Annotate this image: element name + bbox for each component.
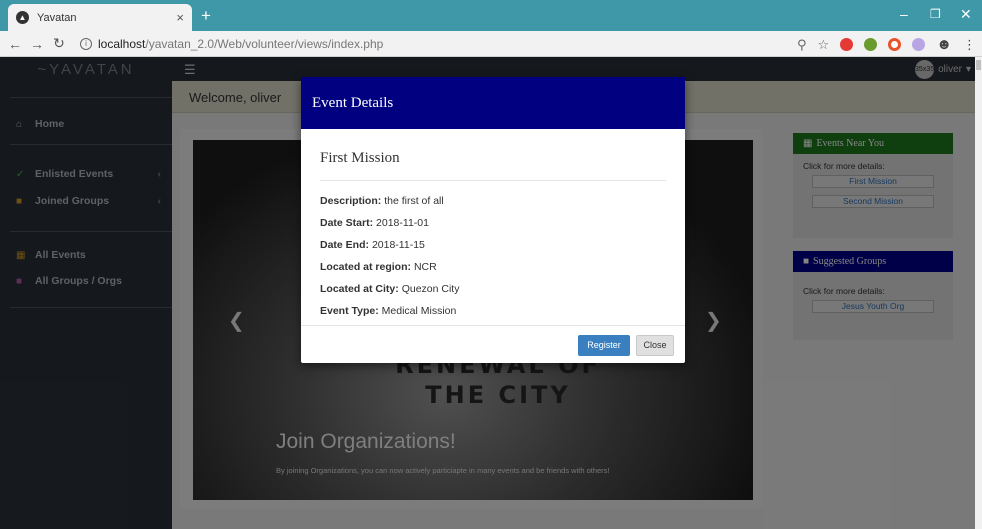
scrollbar-thumb[interactable] — [976, 60, 981, 70]
modal-title: Event Details — [312, 94, 394, 111]
favicon-icon: ▲ — [16, 11, 29, 24]
detail-label: Date End: — [320, 239, 370, 251]
forward-icon[interactable]: → — [26, 36, 48, 52]
extension-purple-icon[interactable] — [912, 38, 926, 51]
back-icon[interactable]: ← — [4, 36, 26, 52]
page-scrollbar[interactable] — [975, 57, 982, 529]
detail-value: NCR — [413, 261, 437, 273]
detail-label: Description: — [320, 195, 382, 207]
menu-kebab-icon[interactable]: ⋮ — [963, 37, 976, 53]
url-field[interactable]: i localhost /yavatan_2.0/Web/volunteer/v… — [80, 37, 383, 51]
tab-title: Yavatan — [37, 11, 77, 24]
restore-icon[interactable]: ❐ — [930, 7, 941, 21]
account-icon[interactable]: ☻ — [936, 36, 952, 53]
detail-label: Located at City: — [320, 283, 399, 295]
detail-value: 2018-11-01 — [376, 217, 429, 229]
address-bar: ← → ↻ i localhost /yavatan_2.0/Web/volun… — [0, 31, 982, 57]
detail-value: Quezon City — [401, 283, 460, 295]
zoom-icon[interactable]: ⚲ — [797, 37, 807, 53]
window-close-icon[interactable]: ✕ — [960, 6, 972, 23]
tab-close-icon[interactable]: × — [176, 10, 184, 25]
detail-value: the first of all — [384, 195, 444, 207]
modal-header: Event Details — [301, 77, 685, 129]
detail-label: Event Type: — [320, 305, 379, 317]
reload-icon[interactable]: ↻ — [48, 35, 70, 52]
url-host: localhost — [98, 36, 146, 51]
bookmark-star-icon[interactable]: ☆ — [818, 37, 830, 53]
detail-region: Located at region: NCR — [320, 261, 666, 273]
browser-tab[interactable]: ▲ Yavatan × — [8, 4, 192, 31]
site-info-icon[interactable]: i — [80, 37, 92, 50]
modal-body: First Mission Description: the first of … — [301, 129, 685, 317]
extension-green-icon[interactable] — [864, 38, 878, 51]
detail-value: 2018-11-15 — [371, 239, 425, 251]
detail-value: Medical Mission — [381, 305, 457, 317]
browser-tab-strip: ▲ Yavatan × + – ❐ ✕ — [0, 0, 982, 31]
new-tab-icon[interactable]: + — [201, 6, 211, 26]
close-button[interactable]: Close — [636, 335, 674, 356]
event-details-modal: Event Details First Mission Description:… — [301, 77, 685, 363]
detail-date-end: Date End: 2018-11-15 — [320, 239, 666, 251]
extension-red-icon[interactable] — [840, 38, 854, 51]
modal-footer: Register Close — [301, 325, 685, 363]
detail-date-start: Date Start: 2018-11-01 — [320, 217, 666, 229]
minimize-icon[interactable]: – — [900, 6, 908, 22]
event-name: First Mission — [320, 150, 666, 181]
detail-event-type: Event Type: Medical Mission — [320, 305, 666, 317]
detail-label: Located at region: — [320, 261, 412, 273]
detail-city: Located at City: Quezon City — [320, 283, 666, 295]
extension-opera-icon[interactable] — [888, 38, 902, 51]
detail-label: Date Start: — [320, 217, 374, 229]
register-button[interactable]: Register — [578, 335, 630, 356]
url-path: /yavatan_2.0/Web/volunteer/views/index.p… — [145, 36, 384, 51]
detail-description: Description: the first of all — [320, 195, 666, 207]
